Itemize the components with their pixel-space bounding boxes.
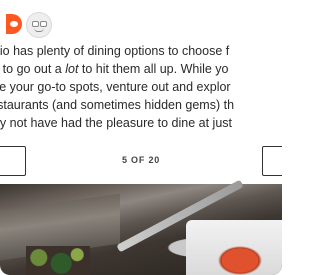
article-line-3: ave your go-to spots, venture out and ex… xyxy=(0,80,231,94)
thinking-face-icon[interactable] xyxy=(26,12,52,38)
slideshow-pager: 5 OF 20 xyxy=(0,142,282,180)
next-slide-button[interactable] xyxy=(262,146,282,176)
article-line-4: restaurants (and sometimes hidden gems) … xyxy=(0,98,235,112)
article-emphasis: lot xyxy=(65,62,79,76)
food-photo xyxy=(0,179,282,275)
article-line-1: onio has plenty of dining options to cho… xyxy=(0,44,230,58)
article-line-2-start: ve to go out a xyxy=(0,62,62,76)
emoji-mouth xyxy=(34,28,44,32)
article-text: onio has plenty of dining options to cho… xyxy=(0,42,276,132)
article-line-2: ve to go out a lot to hit them all up. W… xyxy=(0,60,276,78)
reaction-icons xyxy=(6,12,86,38)
article-line-2-end: to hit them all up. While yo xyxy=(78,62,229,76)
emoji-eye-left xyxy=(32,21,39,27)
photo-greens xyxy=(26,246,90,275)
reddit-icon[interactable] xyxy=(6,14,22,34)
slideshow-card: onio has plenty of dining options to cho… xyxy=(0,0,282,275)
photo-sauce xyxy=(218,246,262,275)
article-line-5: nay not have had the pleasure to dine at… xyxy=(0,116,233,130)
slide-counter: 5 OF 20 xyxy=(121,155,161,165)
emoji-eye-right xyxy=(40,21,47,27)
